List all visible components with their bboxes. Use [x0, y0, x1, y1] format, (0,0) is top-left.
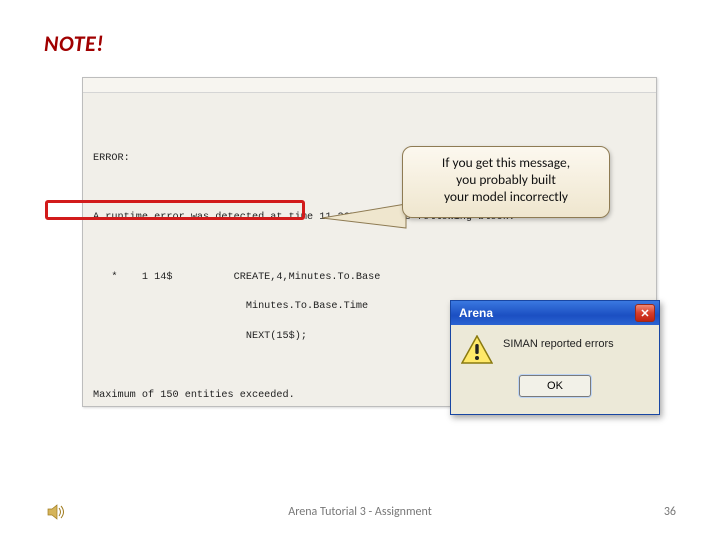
callout-line: you probably built: [413, 172, 599, 189]
error-highlight-box: [45, 200, 305, 220]
slide-title: NOTE!: [44, 30, 678, 57]
arena-error-dialog: Arena ✕ SIMAN reported errors OK: [450, 300, 660, 415]
dialog-title: Arena: [459, 306, 493, 320]
dialog-message: SIMAN reported errors: [503, 335, 614, 350]
page-number: 36: [664, 505, 676, 519]
speaker-icon: [46, 502, 66, 522]
footer-text: Arena Tutorial 3 - Assignment: [288, 505, 431, 519]
close-icon: ✕: [640, 307, 649, 320]
callout-line: If you get this message,: [413, 155, 599, 172]
warning-icon: [461, 335, 493, 365]
advice-callout: If you get this message, you probably bu…: [402, 146, 610, 218]
callout-line: your model incorrectly: [413, 189, 599, 206]
ok-button[interactable]: OK: [519, 375, 591, 397]
callout-pointer: [322, 206, 412, 226]
close-button[interactable]: ✕: [635, 304, 655, 322]
slide-footer: Arena Tutorial 3 - Assignment 36: [0, 502, 720, 522]
dialog-titlebar[interactable]: Arena ✕: [451, 301, 659, 325]
